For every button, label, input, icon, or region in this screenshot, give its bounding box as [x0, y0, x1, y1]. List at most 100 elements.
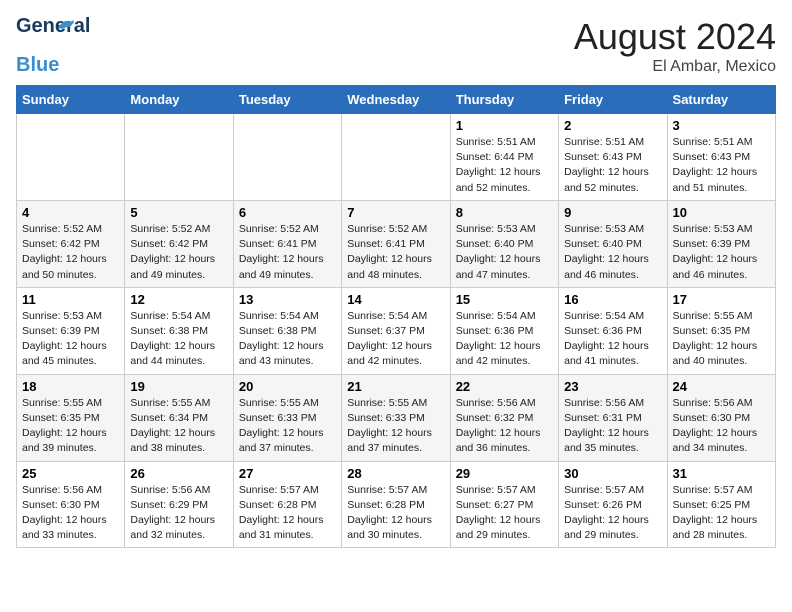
day-info: Sunrise: 5:53 AM Sunset: 6:40 PM Dayligh… — [456, 222, 553, 283]
calendar-cell: 24 Sunrise: 5:56 AM Sunset: 6:30 PM Dayli… — [667, 374, 775, 461]
calendar-cell: 2 Sunrise: 5:51 AM Sunset: 6:43 PM Daylig… — [559, 114, 667, 201]
header-saturday: Saturday — [667, 86, 775, 114]
day-info: Sunrise: 5:57 AM Sunset: 6:26 PM Dayligh… — [564, 483, 661, 544]
calendar-cell: 27 Sunrise: 5:57 AM Sunset: 6:28 PM Dayli… — [233, 461, 341, 548]
calendar-cell: 25Sunrise: 5:56 AM Sunset: 6:30 PM Dayli… — [17, 461, 125, 548]
day-info: Sunrise: 5:56 AM Sunset: 6:32 PM Dayligh… — [456, 396, 553, 457]
calendar-cell: 4 Sunrise: 5:52 AM Sunset: 6:42 PM Daylig… — [17, 200, 125, 287]
calendar-cell: 7 Sunrise: 5:52 AM Sunset: 6:41 PM Daylig… — [342, 200, 450, 287]
day-number: 24 — [673, 379, 770, 394]
calendar-cell: 10 Sunrise: 5:53 AM Sunset: 6:39 PM Dayli… — [667, 200, 775, 287]
day-number: 21 — [347, 379, 444, 394]
calendar-header-row: Sunday Monday Tuesday Wednesday Thursday… — [17, 86, 776, 114]
calendar-cell: 20Sunrise: 5:55 AM Sunset: 6:33 PM Dayli… — [233, 374, 341, 461]
header-friday: Friday — [559, 86, 667, 114]
calendar-table: Sunday Monday Tuesday Wednesday Thursday… — [16, 85, 776, 548]
calendar-cell: 15 Sunrise: 5:54 AM Sunset: 6:36 PM Dayli… — [450, 287, 558, 374]
day-info: Sunrise: 5:55 AM Sunset: 6:33 PM Dayligh… — [347, 396, 444, 457]
day-info: Sunrise: 5:51 AM Sunset: 6:43 PM Dayligh… — [564, 135, 661, 196]
calendar-cell: 14Sunrise: 5:54 AM Sunset: 6:37 PM Dayli… — [342, 287, 450, 374]
day-number: 28 — [347, 466, 444, 481]
day-info: Sunrise: 5:51 AM Sunset: 6:43 PM Dayligh… — [673, 135, 770, 196]
day-info: Sunrise: 5:53 AM Sunset: 6:40 PM Dayligh… — [564, 222, 661, 283]
day-info: Sunrise: 5:55 AM Sunset: 6:35 PM Dayligh… — [22, 396, 119, 457]
calendar-cell: 8 Sunrise: 5:53 AM Sunset: 6:40 PM Daylig… — [450, 200, 558, 287]
day-info: Sunrise: 5:56 AM Sunset: 6:30 PM Dayligh… — [22, 483, 119, 544]
day-info: Sunrise: 5:53 AM Sunset: 6:39 PM Dayligh… — [673, 222, 770, 283]
calendar-cell: 29Sunrise: 5:57 AM Sunset: 6:27 PM Dayli… — [450, 461, 558, 548]
calendar-cell: 13 Sunrise: 5:54 AM Sunset: 6:38 PM Dayli… — [233, 287, 341, 374]
calendar-location: El Ambar, Mexico — [574, 58, 776, 76]
calendar-cell — [342, 114, 450, 201]
day-number: 23 — [564, 379, 661, 394]
day-number: 15 — [456, 292, 553, 307]
day-number: 12 — [130, 292, 227, 307]
day-info: Sunrise: 5:55 AM Sunset: 6:34 PM Dayligh… — [130, 396, 227, 457]
calendar-cell — [233, 114, 341, 201]
day-info: Sunrise: 5:52 AM Sunset: 6:42 PM Dayligh… — [22, 222, 119, 283]
header-wednesday: Wednesday — [342, 86, 450, 114]
calendar-cell: 6Sunrise: 5:52 AM Sunset: 6:41 PM Daylig… — [233, 200, 341, 287]
calendar-week-row: 25Sunrise: 5:56 AM Sunset: 6:30 PM Dayli… — [17, 461, 776, 548]
calendar-cell: 30 Sunrise: 5:57 AM Sunset: 6:26 PM Dayli… — [559, 461, 667, 548]
calendar-cell: 26Sunrise: 5:56 AM Sunset: 6:29 PM Dayli… — [125, 461, 233, 548]
calendar-cell: 19 Sunrise: 5:55 AM Sunset: 6:34 PM Dayli… — [125, 374, 233, 461]
day-number: 1 — [456, 118, 553, 133]
day-number: 13 — [239, 292, 336, 307]
day-number: 22 — [456, 379, 553, 394]
title-block: August 2024 El Ambar, Mexico — [574, 16, 776, 76]
calendar-cell: 22 Sunrise: 5:56 AM Sunset: 6:32 PM Dayli… — [450, 374, 558, 461]
day-number: 29 — [456, 466, 553, 481]
day-info: Sunrise: 5:51 AM Sunset: 6:44 PM Dayligh… — [456, 135, 553, 196]
day-number: 20 — [239, 379, 336, 394]
day-number: 5 — [130, 205, 227, 220]
day-info: Sunrise: 5:54 AM Sunset: 6:36 PM Dayligh… — [564, 309, 661, 370]
calendar-week-row: 11 Sunrise: 5:53 AM Sunset: 6:39 PM Dayli… — [17, 287, 776, 374]
calendar-week-row: 4 Sunrise: 5:52 AM Sunset: 6:42 PM Daylig… — [17, 200, 776, 287]
day-number: 27 — [239, 466, 336, 481]
day-number: 26 — [130, 466, 227, 481]
day-number: 18 — [22, 379, 119, 394]
day-number: 7 — [347, 205, 444, 220]
day-info: Sunrise: 5:56 AM Sunset: 6:31 PM Dayligh… — [564, 396, 661, 457]
day-number: 2 — [564, 118, 661, 133]
calendar-title: August 2024 — [574, 16, 776, 58]
day-number: 10 — [673, 205, 770, 220]
day-info: Sunrise: 5:57 AM Sunset: 6:28 PM Dayligh… — [239, 483, 336, 544]
logo: General Blue — [16, 16, 60, 77]
header-sunday: Sunday — [17, 86, 125, 114]
day-number: 19 — [130, 379, 227, 394]
day-number: 6 — [239, 205, 336, 220]
day-number: 9 — [564, 205, 661, 220]
day-number: 14 — [347, 292, 444, 307]
day-info: Sunrise: 5:52 AM Sunset: 6:42 PM Dayligh… — [130, 222, 227, 283]
day-info: Sunrise: 5:57 AM Sunset: 6:25 PM Dayligh… — [673, 483, 770, 544]
calendar-cell: 28Sunrise: 5:57 AM Sunset: 6:28 PM Dayli… — [342, 461, 450, 548]
header-monday: Monday — [125, 86, 233, 114]
calendar-cell: 16 Sunrise: 5:54 AM Sunset: 6:36 PM Dayli… — [559, 287, 667, 374]
logo-blue: Blue — [16, 54, 59, 77]
calendar-cell: 23 Sunrise: 5:56 AM Sunset: 6:31 PM Dayli… — [559, 374, 667, 461]
day-info: Sunrise: 5:55 AM Sunset: 6:35 PM Dayligh… — [673, 309, 770, 370]
header-thursday: Thursday — [450, 86, 558, 114]
day-number: 16 — [564, 292, 661, 307]
calendar-cell: 21 Sunrise: 5:55 AM Sunset: 6:33 PM Dayli… — [342, 374, 450, 461]
day-number: 31 — [673, 466, 770, 481]
page-header: General Blue August 2024 El Ambar, Mexic… — [16, 16, 776, 77]
day-info: Sunrise: 5:52 AM Sunset: 6:41 PM Dayligh… — [347, 222, 444, 283]
calendar-week-row: 1 Sunrise: 5:51 AM Sunset: 6:44 PM Daylig… — [17, 114, 776, 201]
day-number: 30 — [564, 466, 661, 481]
day-number: 8 — [456, 205, 553, 220]
day-info: Sunrise: 5:54 AM Sunset: 6:36 PM Dayligh… — [456, 309, 553, 370]
day-info: Sunrise: 5:56 AM Sunset: 6:30 PM Dayligh… — [673, 396, 770, 457]
header-tuesday: Tuesday — [233, 86, 341, 114]
day-info: Sunrise: 5:54 AM Sunset: 6:38 PM Dayligh… — [239, 309, 336, 370]
day-info: Sunrise: 5:54 AM Sunset: 6:38 PM Dayligh… — [130, 309, 227, 370]
day-number: 4 — [22, 205, 119, 220]
calendar-cell — [125, 114, 233, 201]
day-number: 11 — [22, 292, 119, 307]
day-info: Sunrise: 5:53 AM Sunset: 6:39 PM Dayligh… — [22, 309, 119, 370]
calendar-cell: 18 Sunrise: 5:55 AM Sunset: 6:35 PM Dayli… — [17, 374, 125, 461]
calendar-cell — [17, 114, 125, 201]
day-number: 3 — [673, 118, 770, 133]
